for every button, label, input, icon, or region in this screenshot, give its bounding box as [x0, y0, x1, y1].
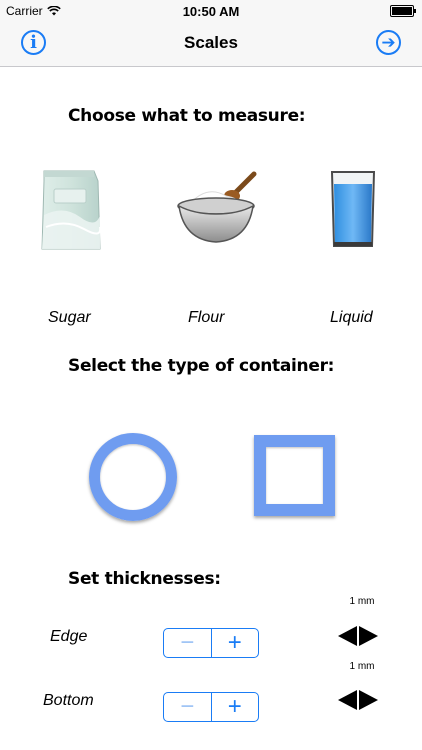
bottom-arrows [338, 690, 378, 710]
water-glass-icon [330, 171, 376, 247]
minus-icon: − [180, 693, 195, 720]
flour-label: Flour [188, 309, 225, 326]
nav-bar: i Scales ➔ [0, 22, 422, 67]
page-title: Scales [184, 33, 238, 52]
arrow-right-icon[interactable] [359, 690, 378, 710]
flour-option[interactable] [176, 168, 258, 250]
plus-icon: + [227, 629, 242, 656]
edge-label: Edge [50, 628, 88, 645]
next-button[interactable]: ➔ [376, 30, 401, 55]
bottom-value: 1 mm [349, 661, 375, 672]
edge-increment-button[interactable]: + [212, 629, 259, 657]
edge-decrement-button[interactable]: − [164, 629, 212, 657]
plus-icon: + [227, 693, 242, 720]
square-container-icon[interactable] [254, 435, 335, 516]
sugar-option[interactable] [34, 165, 110, 255]
arrow-left-icon[interactable] [338, 690, 357, 710]
edge-value: 1 mm [349, 596, 375, 607]
thickness-heading: Set thicknesses: [68, 569, 221, 589]
edge-arrows [338, 626, 378, 646]
container-heading: Select the type of container: [68, 356, 335, 376]
liquid-option[interactable] [330, 170, 376, 250]
arrow-right-icon: ➔ [381, 32, 396, 53]
arrow-left-icon[interactable] [338, 626, 357, 646]
edge-stepper: − + [163, 628, 259, 658]
bottom-stepper: − + [163, 692, 259, 722]
status-time: 10:50 AM [182, 4, 240, 19]
sugar-bag-icon [41, 170, 102, 250]
bottom-increment-button[interactable]: + [212, 693, 259, 721]
bottom-label: Bottom [43, 692, 94, 709]
bottom-decrement-button[interactable]: − [164, 693, 212, 721]
minus-icon: − [180, 629, 195, 656]
sugar-label: Sugar [48, 309, 91, 326]
measure-heading: Choose what to measure: [68, 106, 306, 126]
battery-icon [390, 5, 416, 17]
arrow-right-icon[interactable] [359, 626, 378, 646]
flour-bowl-icon [177, 171, 257, 243]
round-container-icon[interactable] [89, 433, 177, 521]
status-bar: Carrier 10:50 AM [0, 0, 422, 22]
liquid-label: Liquid [330, 309, 373, 326]
